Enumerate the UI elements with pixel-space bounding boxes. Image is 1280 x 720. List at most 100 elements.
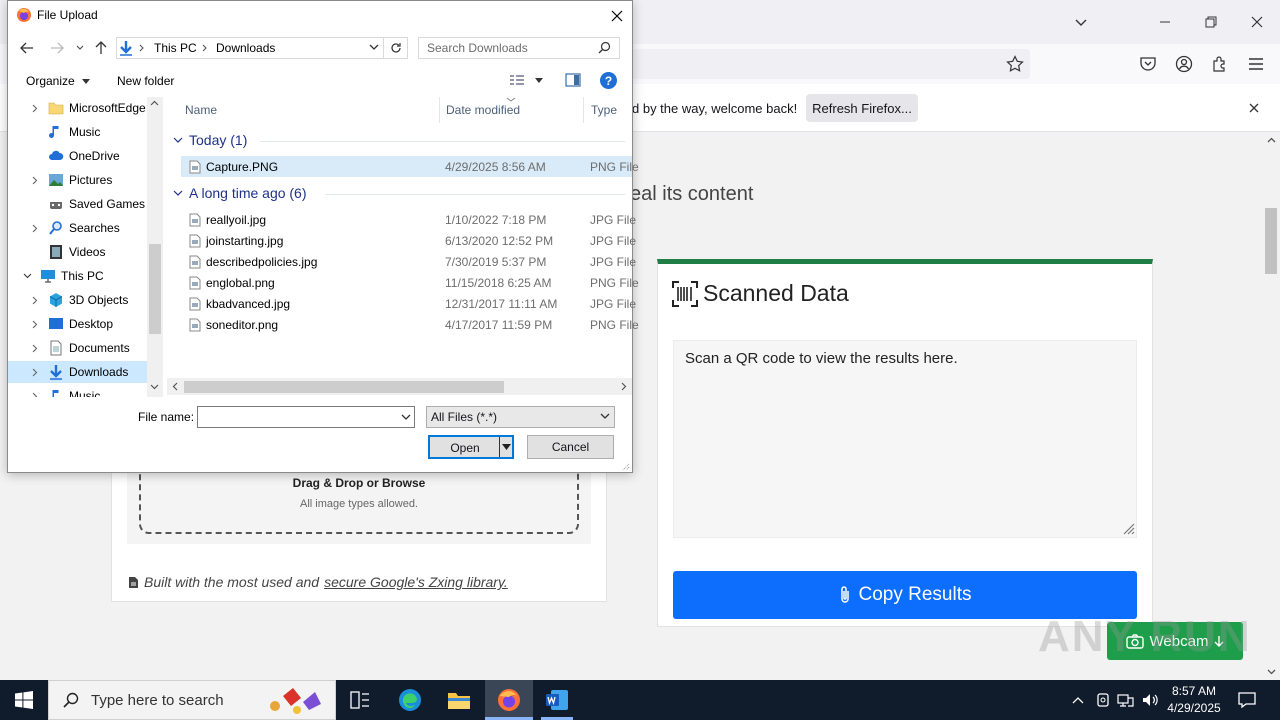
task-view-button[interactable] <box>336 680 384 720</box>
chevron-down-icon <box>1267 669 1275 675</box>
taskbar-search-box[interactable]: Type here to search <box>48 680 336 720</box>
file-name-input[interactable] <box>197 406 415 428</box>
chevron-down-icon <box>600 413 610 420</box>
chevron-down-icon[interactable] <box>150 384 159 390</box>
nav-item-downloads[interactable]: Downloads <box>8 361 148 383</box>
extensions-button[interactable] <box>1205 49 1235 79</box>
tab-list-button[interactable] <box>1058 0 1104 44</box>
file-type: PNG File <box>590 276 639 290</box>
start-button[interactable] <box>0 680 48 720</box>
minimize-button[interactable] <box>1142 0 1188 44</box>
close-window-button[interactable] <box>1234 0 1280 44</box>
search-downloads-input[interactable]: Search Downloads <box>418 37 620 59</box>
preview-pane-button[interactable] <box>565 73 581 87</box>
group-header-today[interactable]: Today (1) <box>173 132 247 148</box>
results-textarea[interactable] <box>673 340 1137 538</box>
results-placeholder: Scan a QR code to view the results here. <box>685 350 958 367</box>
forward-button[interactable] <box>48 39 66 57</box>
file-list-hscroll-thumb[interactable] <box>184 381 504 393</box>
bookmark-star-button[interactable] <box>1000 49 1030 79</box>
column-separator[interactable] <box>583 97 584 123</box>
nav-item-music-2[interactable]: Music <box>8 385 148 397</box>
network-button[interactable] <box>1116 690 1136 710</box>
organize-menu-button[interactable]: Organize <box>26 74 91 88</box>
restore-button[interactable] <box>1188 0 1234 44</box>
change-view-button[interactable] <box>509 73 545 87</box>
file-date: 6/13/2020 12:52 PM <box>445 234 554 248</box>
chevron-down-icon <box>173 190 183 196</box>
resize-grip-icon[interactable] <box>1121 521 1135 535</box>
file-row[interactable]: joinstarting.jpg 6/13/2020 12:52 PM JPG … <box>181 230 636 251</box>
image-file-icon <box>189 255 201 269</box>
recent-locations-button[interactable] <box>71 39 89 57</box>
file-name-dropdown[interactable] <box>401 414 411 421</box>
caret-down-icon[interactable] <box>502 444 511 450</box>
nav-item-pictures[interactable]: Pictures <box>8 169 148 191</box>
show-hidden-icons-button[interactable] <box>1068 690 1088 710</box>
nav-item-microsoftedge[interactable]: MicrosoftEdge <box>8 97 148 119</box>
tray-app-icon[interactable] <box>1093 690 1113 710</box>
breadcrumb-downloads[interactable]: Downloads <box>216 41 275 55</box>
column-header-name[interactable]: Name <box>185 103 217 117</box>
column-separator[interactable] <box>439 97 440 123</box>
nav-item-searches[interactable]: Searches <box>8 217 148 239</box>
nav-item-label: Pictures <box>69 173 113 187</box>
account-button[interactable] <box>1169 49 1199 79</box>
taskbar-word[interactable] <box>533 680 581 720</box>
chevron-left-icon[interactable] <box>172 382 178 391</box>
notifications-button[interactable] <box>1237 690 1257 710</box>
group-header-long-ago[interactable]: A long time ago (6) <box>173 185 307 201</box>
speaker-icon <box>1143 694 1158 706</box>
nav-pane-scroll-thumb[interactable] <box>149 244 161 334</box>
nav-item-saved-games[interactable]: Saved Games <box>8 193 148 215</box>
taskbar-edge[interactable] <box>386 680 434 720</box>
nav-item-onedrive[interactable]: OneDrive <box>8 145 148 167</box>
column-header-date[interactable]: Date modified <box>446 103 520 117</box>
notification-close-button[interactable] <box>1244 98 1264 118</box>
file-row[interactable]: englobal.png 11/15/2018 6:25 AM PNG File <box>181 272 639 293</box>
help-button[interactable]: ? <box>600 72 617 89</box>
dialog-close-button[interactable] <box>606 5 628 27</box>
file-row[interactable]: reallyoil.jpg 1/10/2022 7:18 PM JPG File <box>181 209 636 230</box>
nav-item-3d-objects[interactable]: 3D Objects <box>8 289 148 311</box>
file-date: 7/30/2019 5:37 PM <box>445 255 547 269</box>
refresh-firefox-button[interactable]: Refresh Firefox... <box>806 94 918 122</box>
volume-button[interactable] <box>1140 690 1160 710</box>
chevron-right-icon[interactable] <box>621 382 627 391</box>
taskbar-file-explorer[interactable] <box>435 680 483 720</box>
scroll-down-arrow[interactable] <box>1264 666 1278 678</box>
address-dropdown-button[interactable] <box>369 44 379 51</box>
nav-item-label: Saved Games <box>69 197 146 211</box>
zxing-link[interactable]: secure Google's Zxing library. <box>324 574 508 590</box>
chevron-up-icon[interactable] <box>150 100 159 106</box>
cancel-button[interactable]: Cancel <box>527 435 614 459</box>
open-button[interactable]: Open <box>428 435 514 459</box>
file-name: describedpolicies.jpg <box>206 255 318 269</box>
back-button[interactable] <box>18 39 36 57</box>
file-row[interactable]: soneditor.png 4/17/2017 11:59 PM PNG Fil… <box>181 314 639 335</box>
nav-item-documents[interactable]: Documents <box>8 337 148 359</box>
file-row[interactable]: Capture.PNG 4/29/2025 8:56 AM PNG File <box>181 156 639 177</box>
file-row[interactable]: describedpolicies.jpg 7/30/2019 5:37 PM … <box>181 251 636 272</box>
page-scroll-thumb[interactable] <box>1265 208 1277 274</box>
new-folder-button[interactable]: New folder <box>117 74 174 88</box>
account-icon <box>1175 55 1193 73</box>
file-row[interactable]: kbadvanced.jpg 12/31/2017 11:11 AM JPG F… <box>181 293 636 314</box>
nav-item-this-pc[interactable]: This PC <box>8 265 140 287</box>
taskbar-clock[interactable]: 8:57 AM 4/29/2025 <box>1160 683 1228 717</box>
dialog-resize-grip-icon[interactable] <box>620 461 630 471</box>
file-type-select[interactable]: All Files (*.*) <box>426 406 615 428</box>
column-header-type[interactable]: Type <box>591 103 617 117</box>
menu-button[interactable] <box>1241 49 1271 79</box>
url-bar[interactable] <box>632 49 1030 79</box>
up-button[interactable] <box>92 39 110 57</box>
refresh-button[interactable] <box>384 37 408 59</box>
nav-item-desktop[interactable]: Desktop <box>8 313 148 335</box>
firefox-icon <box>16 7 32 23</box>
nav-item-videos[interactable]: Videos <box>8 241 148 263</box>
pocket-button[interactable] <box>1133 49 1163 79</box>
taskbar-firefox[interactable] <box>485 680 533 720</box>
breadcrumb-this-pc[interactable]: This PC <box>154 41 197 55</box>
nav-item-music[interactable]: Music <box>8 121 148 143</box>
scroll-up-arrow[interactable] <box>1264 134 1278 146</box>
